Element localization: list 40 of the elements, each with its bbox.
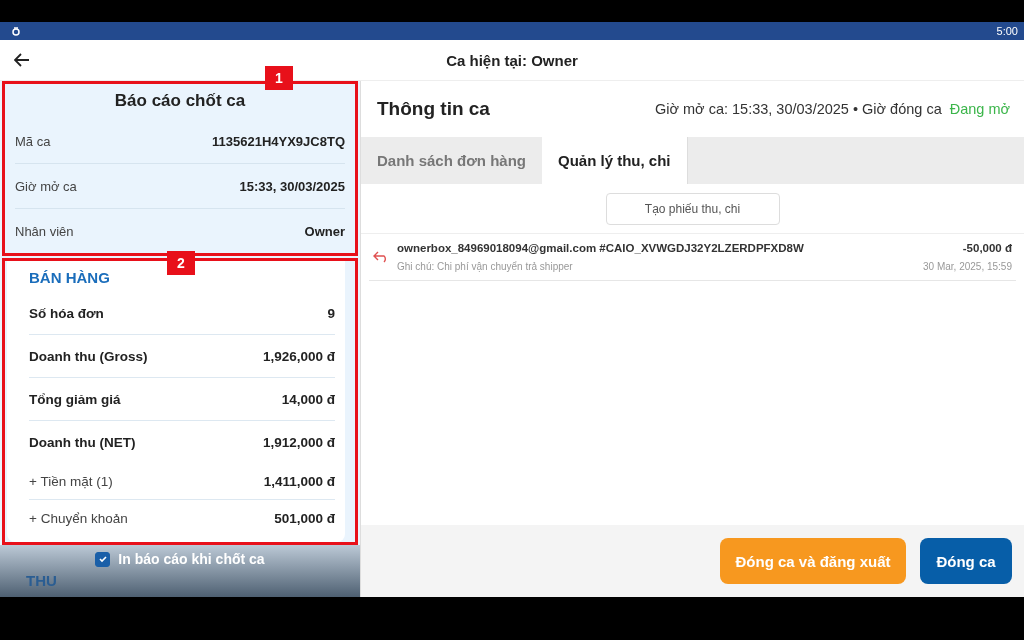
field-label: Mã ca (15, 133, 51, 149)
annotation-badge: 2 (167, 251, 195, 275)
field-label: Nhân viên (15, 223, 74, 239)
shift-status: Đang mở (949, 101, 1010, 117)
transaction-time: 30 Mar, 2025, 15:59 (923, 261, 1012, 272)
transaction-title: ownerbox_84969018094@gmail.com #CAIO_XVWGDJ32Y2LZERDPFXD8W (397, 242, 804, 254)
row-label: Số hóa đơn (29, 305, 104, 321)
tab[interactable]: Danh sách đơn hàng (361, 137, 542, 184)
row-label: Tổng giảm giá (29, 391, 121, 407)
action-button[interactable]: Đóng ca (920, 538, 1012, 584)
annotation-badge: 1 (265, 66, 293, 90)
row-value: 1,912,000 đ (262, 434, 335, 450)
notification-icon (12, 26, 20, 36)
create-voucher-button[interactable]: Tạo phiếu thu, chi (605, 193, 780, 225)
section-title: BÁN HÀNG (29, 269, 111, 286)
row-label: + Tiền mặt (1) (29, 473, 113, 489)
field-value: 1135621H4YX9JC8TQ (212, 133, 345, 149)
tab[interactable]: Quản lý thu, chi (542, 137, 688, 184)
field-value: Owner (304, 223, 345, 239)
row-value: 14,000 đ (281, 391, 335, 407)
clock: 5:00 (996, 25, 1018, 37)
transaction-note: Ghi chú: Chi phí vận chuyển trả shipper (397, 261, 573, 272)
field-label: Giờ mở ca (15, 178, 77, 194)
page-title: Ca hiện tại: Owner (446, 51, 578, 69)
row-value: 1,411,000 đ (263, 473, 335, 489)
transaction-amount: -50,000 đ (962, 242, 1012, 254)
section-title: THU (26, 572, 57, 589)
field-value: 15:33, 30/03/2025 (239, 178, 345, 194)
shift-time: Giờ mở ca: 15:33, 30/03/2025 • Giờ đóng ca (655, 101, 942, 117)
return-arrow-icon (373, 251, 389, 263)
row-label: + Chuyển khoản (29, 510, 128, 526)
report-title: Báo cáo chốt ca (113, 90, 247, 112)
row-value: 501,000 đ (274, 510, 335, 526)
row-value: 1,926,000 đ (262, 348, 335, 364)
section-title: Thông tin ca (377, 98, 491, 120)
back-arrow-icon[interactable] (14, 53, 30, 67)
row-label: Doanh thu (NET) (29, 434, 136, 450)
row-value: 9 (327, 305, 335, 321)
checkbox-icon[interactable] (95, 551, 111, 567)
row-label: Doanh thu (Gross) (29, 348, 148, 364)
